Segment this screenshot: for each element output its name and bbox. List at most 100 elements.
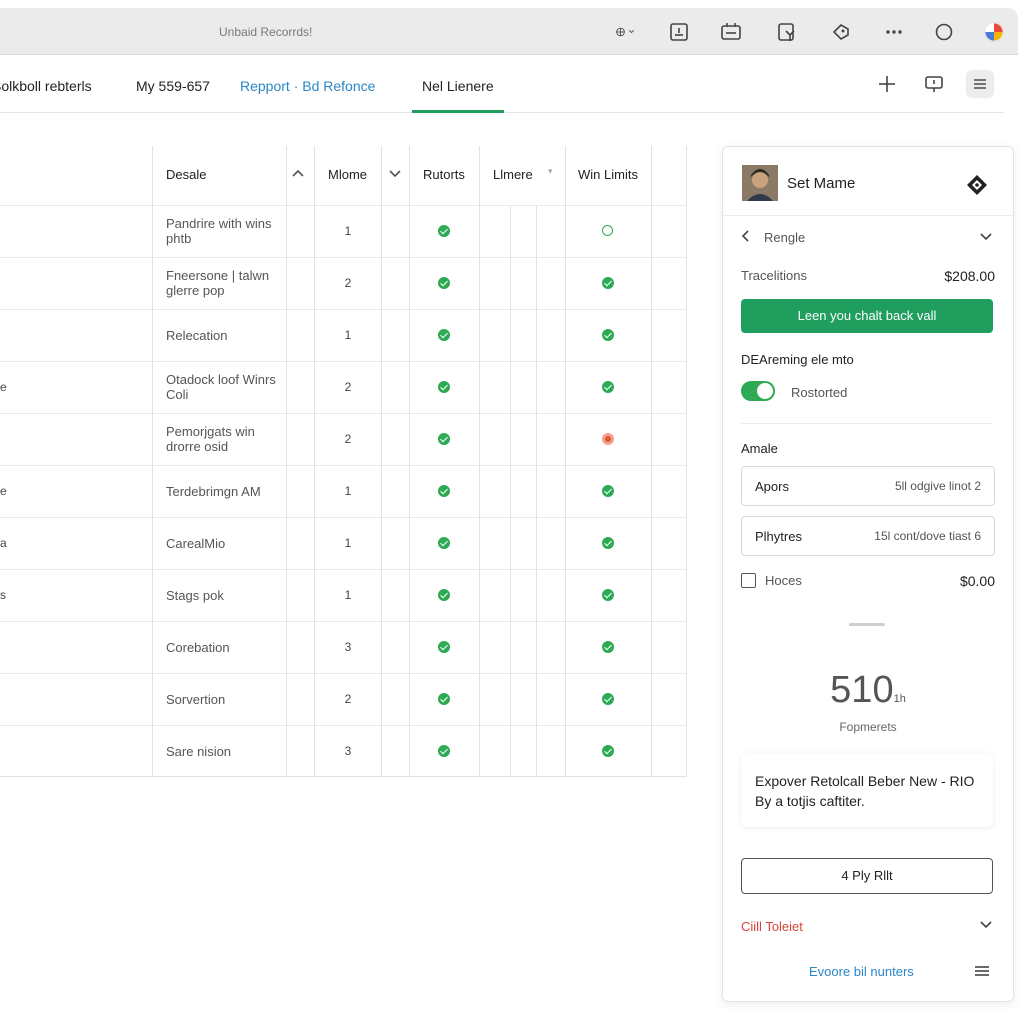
field-label: Plhytres — [755, 529, 802, 544]
row-description: CarealMio — [166, 536, 226, 551]
row-count: 1 — [344, 224, 352, 238]
checkbox-label: Hoces — [765, 573, 802, 588]
transactions-label: Tracelitions — [741, 268, 807, 283]
comment-icon[interactable] — [920, 70, 948, 98]
status-check-icon — [438, 589, 450, 601]
column-divider — [479, 146, 480, 777]
limit-check-icon — [602, 485, 614, 497]
column-divider — [152, 146, 153, 777]
range-selector[interactable]: Rengle — [764, 230, 805, 245]
limit-check-icon — [602, 225, 613, 236]
plhytres-field[interactable]: Plhytres 15l cont/dove tiast 6 — [741, 516, 995, 556]
circle-icon[interactable] — [932, 20, 956, 44]
column-header-mlome[interactable]: Mlome — [328, 167, 367, 182]
warning-dot-icon — [602, 433, 614, 445]
row-divider — [0, 517, 686, 518]
column-divider — [651, 146, 652, 777]
field-label: Apors — [755, 479, 789, 494]
column-header-llmere[interactable]: Llmere — [493, 167, 533, 182]
restore-toggle[interactable] — [741, 381, 775, 401]
status-check-icon — [438, 381, 450, 393]
row-edge-label: e — [0, 484, 7, 498]
edit-icon[interactable] — [775, 20, 799, 44]
row-description: Terdebrimgn AM — [166, 484, 261, 499]
row-count: 1 — [344, 484, 352, 498]
toggle-section-title: DEAreming ele mto — [741, 352, 854, 367]
row-count: 2 — [344, 380, 352, 394]
row-description: Corebation — [166, 640, 230, 655]
tag-icon[interactable] — [829, 20, 853, 44]
status-check-icon — [438, 433, 450, 445]
tab-active[interactable]: Nel Lienere — [412, 56, 504, 113]
hoces-checkbox[interactable] — [741, 573, 756, 588]
info-card[interactable]: Expover Retolcall Beber New - RIO By a t… — [741, 753, 993, 827]
row-divider — [0, 361, 686, 362]
row-description: Fneersone | talwn glerre pop — [166, 268, 270, 298]
status-check-icon — [438, 693, 450, 705]
status-check-icon — [438, 537, 450, 549]
row-count: 3 — [344, 640, 352, 654]
field-value: 15l cont/dove tiast 6 — [874, 529, 981, 543]
status-check-icon — [438, 225, 450, 237]
apors-field[interactable]: Apors 5ll odgive linot 2 — [741, 466, 995, 506]
divider — [741, 423, 993, 424]
sort-small-icon[interactable]: ▾ — [548, 166, 553, 177]
window-title: Unbaid Recorrds! — [219, 25, 313, 39]
column-divider — [565, 146, 566, 777]
add-icon[interactable] — [873, 70, 901, 98]
secondary-button[interactable]: 4 Ply Rllt — [741, 858, 993, 894]
column-header-desc[interactable]: Desale — [166, 167, 206, 182]
red-link[interactable]: Ciill Toleiet — [741, 919, 803, 934]
column-header-rutorts[interactable]: Rutorts — [423, 167, 465, 182]
tab-report[interactable]: Repport · Bd Refonce — [240, 56, 375, 112]
sort-asc-icon[interactable] — [292, 166, 304, 181]
column-header-win-limits[interactable]: Win Limits — [578, 167, 638, 182]
row-count: 1 — [344, 328, 352, 342]
column-divider — [286, 146, 287, 777]
limit-check-icon — [602, 381, 614, 393]
row-divider — [0, 205, 686, 206]
diamond-nav-icon[interactable] — [965, 173, 989, 197]
tab-my-number[interactable]: My 559-657 — [136, 56, 210, 112]
more-icon[interactable] — [882, 20, 906, 44]
status-check-icon — [438, 641, 450, 653]
row-divider — [0, 465, 686, 466]
column-divider — [409, 146, 410, 777]
row-description: Sorvertion — [166, 692, 226, 707]
status-check-icon — [438, 485, 450, 497]
tab-bar: Solkboll rebterls My 559-657 Repport · B… — [0, 56, 1004, 113]
row-edge-label: s — [0, 588, 6, 602]
row-description: Relecation — [166, 328, 228, 343]
list-menu-icon[interactable] — [973, 963, 991, 979]
toggle-label: Rostorted — [791, 385, 848, 400]
sort-desc-icon[interactable] — [389, 166, 401, 181]
row-description: Pemorjgats win drorre osid — [166, 424, 255, 454]
status-check-icon — [438, 745, 450, 757]
limit-check-icon — [602, 329, 614, 341]
chevron-down-icon[interactable] — [979, 917, 993, 936]
limit-check-icon — [602, 277, 614, 289]
primary-action-button[interactable]: Leen you chalt back vall — [741, 299, 993, 333]
panel-title: Set Mame — [787, 175, 856, 192]
app-logo-icon — [980, 18, 1008, 46]
menu-icon[interactable] — [966, 70, 994, 98]
calendar-icon[interactable] — [719, 20, 743, 44]
info-card-text: Expover Retolcall Beber New - RIO By a t… — [755, 773, 975, 809]
row-count: 2 — [344, 692, 352, 706]
row-divider — [0, 413, 686, 414]
tab-records[interactable]: Solkboll rebterls — [0, 56, 92, 112]
chevron-left-icon[interactable] — [739, 229, 753, 243]
globe-dropdown-icon[interactable] — [606, 20, 646, 44]
row-count: 1 — [344, 536, 352, 550]
row-divider — [0, 673, 686, 674]
big-metric-caption: Fopmerets — [839, 720, 897, 734]
transactions-amount: $208.00 — [944, 268, 995, 284]
drag-handle[interactable] — [849, 623, 885, 626]
window-titlebar: Unbaid Recorrds! — [0, 8, 1018, 55]
limit-check-icon — [602, 537, 614, 549]
chevron-down-icon[interactable] — [979, 229, 993, 243]
limit-check-icon — [602, 641, 614, 653]
limit-check-icon — [602, 589, 614, 601]
blue-link[interactable]: Evoore bil nunters — [809, 964, 914, 979]
document-icon[interactable] — [667, 20, 691, 44]
